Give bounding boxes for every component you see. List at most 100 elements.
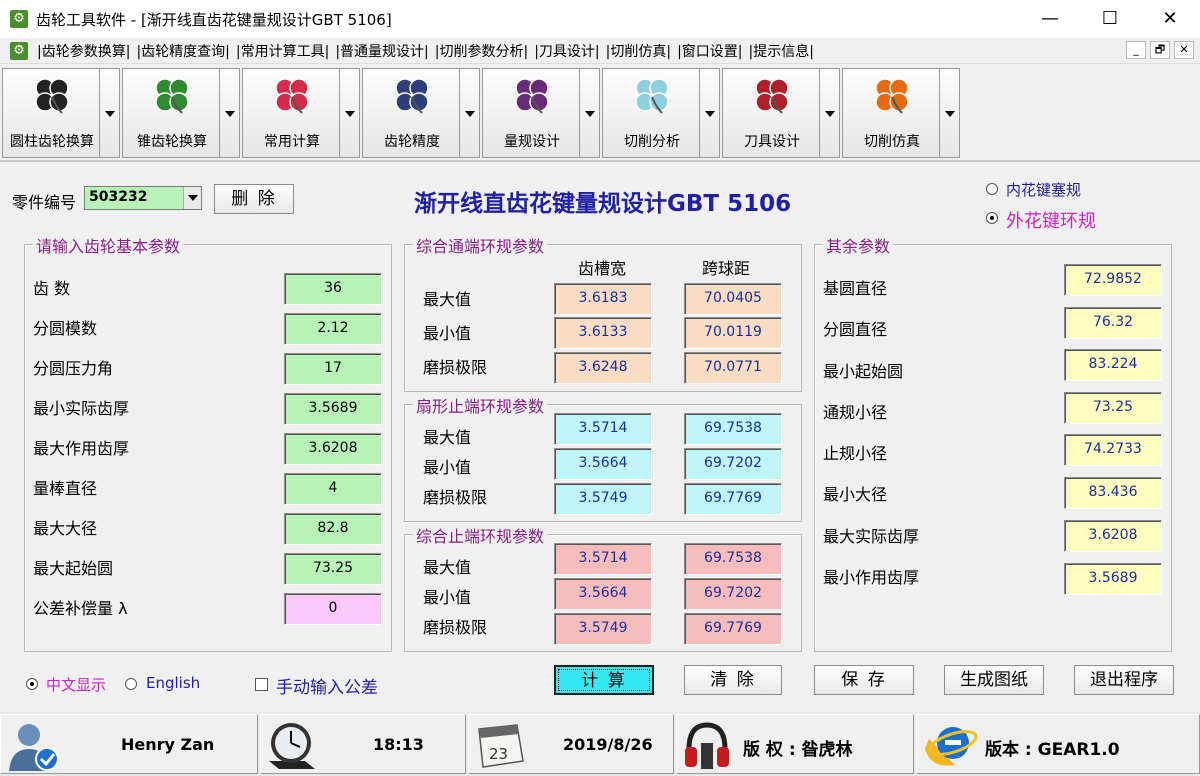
tool-dropdown-arrow[interactable] bbox=[940, 68, 960, 158]
max-major-diameter-input[interactable]: 82.8 bbox=[284, 513, 382, 545]
tool-common-calc-button[interactable]: 常用计算 bbox=[242, 68, 340, 158]
tolerance-compensation-input[interactable]: 0 bbox=[284, 593, 382, 625]
sector-min-label: 最小值 bbox=[423, 458, 472, 477]
gear-menu-icon[interactable]: ⚙ bbox=[10, 41, 28, 60]
tool-dropdown-arrow[interactable] bbox=[100, 68, 120, 158]
menu-gear-params[interactable]: |齿轮参数换算| bbox=[34, 41, 133, 61]
delete-part-button[interactable]: 删 除 bbox=[214, 184, 294, 214]
tool-tool-design-button[interactable]: 刀具设计 bbox=[722, 68, 820, 158]
clover-navy-icon bbox=[395, 78, 429, 114]
go-minor-diameter-value: 73.25 bbox=[1064, 392, 1162, 424]
tool-gauge-design-button[interactable]: 量规设计 bbox=[482, 68, 580, 158]
comp-nogo-min-ball: 69.7202 bbox=[684, 578, 782, 610]
tool-dropdown-arrow[interactable] bbox=[580, 68, 600, 158]
tool-gear-precision-button[interactable]: 齿轮精度 bbox=[362, 68, 460, 158]
tool-dropdown-arrow[interactable] bbox=[220, 68, 240, 158]
min-actual-thickness-label: 最小实际齿厚 bbox=[33, 399, 130, 418]
external-ring-gauge-label[interactable]: 外花键环规 bbox=[1006, 207, 1096, 233]
menu-common-tools[interactable]: |常用计算工具| bbox=[233, 41, 332, 61]
exit-button[interactable]: 退出程序 bbox=[1074, 665, 1174, 695]
internal-plug-gauge-radio[interactable] bbox=[986, 183, 998, 195]
generate-drawing-button[interactable]: 生成图纸 bbox=[944, 665, 1044, 695]
pitch-diameter-value: 76.32 bbox=[1064, 307, 1162, 339]
tool-dropdown-arrow[interactable] bbox=[460, 68, 480, 158]
clear-button[interactable]: 清 除 bbox=[684, 665, 782, 695]
mdi-close-button[interactable]: ✕ bbox=[1174, 41, 1194, 59]
menu-gear-precision[interactable]: |齿轮精度查询| bbox=[133, 41, 232, 61]
calendar-day-text: 23 bbox=[489, 745, 508, 763]
tool-gear-precision: 齿轮精度 bbox=[360, 68, 480, 158]
tool-bevel-gear-button[interactable]: 锥齿轮换算 bbox=[122, 68, 220, 158]
clover-lightblue-icon bbox=[635, 78, 669, 114]
status-bar: Henry Zan 18:13 23 2019/8/26 版 权 : 昝虎林 版… bbox=[0, 712, 1200, 776]
max-start-circle-label: 最大起始圆 bbox=[33, 559, 114, 578]
part-number-value: 503232 bbox=[89, 189, 148, 205]
external-ring-gauge-radio[interactable] bbox=[986, 212, 998, 224]
manual-tolerance-checkbox[interactable] bbox=[255, 678, 268, 691]
english-label[interactable]: English bbox=[146, 674, 200, 692]
tool-dropdown-arrow[interactable] bbox=[700, 68, 720, 158]
internal-plug-gauge-label[interactable]: 内花键塞规 bbox=[1006, 179, 1081, 200]
tool-label: 刀具设计 bbox=[744, 134, 800, 150]
teeth-count-label: 齿 数 bbox=[33, 279, 71, 298]
comp-go-max-label: 最大值 bbox=[423, 290, 472, 309]
module-input[interactable]: 2.12 bbox=[284, 313, 382, 345]
comp-go-min-label: 最小值 bbox=[423, 324, 472, 343]
mdi-minimize-button[interactable]: _ bbox=[1126, 41, 1146, 59]
user-avatar-icon bbox=[9, 724, 59, 771]
chinese-display-radio[interactable] bbox=[26, 678, 38, 690]
clover-orange-icon bbox=[875, 78, 909, 114]
minimize-button[interactable]: — bbox=[1020, 0, 1080, 38]
tool-common-calc: 常用计算 bbox=[240, 68, 360, 158]
tool-cutting-analysis-button[interactable]: 切削分析 bbox=[602, 68, 700, 158]
clover-red-icon bbox=[275, 78, 309, 114]
min-actual-thickness-input[interactable]: 3.5689 bbox=[284, 393, 382, 425]
pin-diameter-input[interactable]: 4 bbox=[284, 473, 382, 505]
tool-label: 常用计算 bbox=[264, 134, 320, 150]
save-button[interactable]: 保 存 bbox=[814, 665, 914, 695]
english-radio[interactable] bbox=[125, 678, 137, 690]
calculate-button[interactable]: 计 算 bbox=[554, 665, 654, 695]
menu-tips[interactable]: |提示信息| bbox=[746, 41, 817, 61]
menu-tool-design[interactable]: |刀具设计| bbox=[531, 41, 602, 61]
status-username: Henry Zan bbox=[121, 735, 215, 754]
sector-max-label: 最大值 bbox=[423, 428, 472, 447]
tool-cylindrical-gear-button[interactable]: 圆柱齿轮换算 bbox=[2, 68, 100, 158]
tool-dropdown-arrow[interactable] bbox=[340, 68, 360, 158]
menu-cutting-analysis[interactable]: |切削参数分析| bbox=[432, 41, 531, 61]
tool-cylindrical-gear: 圆柱齿轮换算 bbox=[0, 68, 120, 158]
tolerance-compensation-label: 公差补偿量 λ bbox=[33, 599, 128, 618]
pressure-angle-input[interactable]: 17 bbox=[284, 353, 382, 385]
maximize-button[interactable]: ☐ bbox=[1080, 0, 1140, 38]
go-minor-diameter-label: 通规小径 bbox=[823, 403, 888, 422]
calendar-icon: 23 bbox=[478, 724, 524, 768]
menu-cutting-sim[interactable]: |切削仿真| bbox=[603, 41, 674, 61]
tool-label: 切削仿真 bbox=[864, 134, 920, 150]
mdi-restore-button[interactable]: 🗗 bbox=[1150, 41, 1170, 59]
nogo-minor-diameter-label: 止规小径 bbox=[823, 444, 888, 463]
part-number-combo[interactable]: 503232 bbox=[84, 186, 202, 210]
gear-app-icon: ⚙ bbox=[10, 10, 28, 28]
tool-cutting-sim-button[interactable]: 切削仿真 bbox=[842, 68, 940, 158]
menu-gauge-design[interactable]: |普通量规设计| bbox=[332, 41, 431, 61]
tool-bevel-gear: 锥齿轮换算 bbox=[120, 68, 240, 158]
max-effective-thickness-input[interactable]: 3.6208 bbox=[284, 433, 382, 465]
max-start-circle-input[interactable]: 73.25 bbox=[284, 553, 382, 585]
menu-window-settings[interactable]: |窗口设置| bbox=[674, 41, 745, 61]
min-start-circle-value: 83.224 bbox=[1064, 349, 1162, 381]
manual-tolerance-label[interactable]: 手动输入公差 bbox=[276, 673, 378, 698]
comp-nogo-wear-ball: 69.7769 bbox=[684, 613, 782, 645]
comp-nogo-wear-space: 3.5749 bbox=[554, 613, 652, 645]
close-button[interactable]: ✕ bbox=[1140, 0, 1200, 38]
chinese-display-label[interactable]: 中文显示 bbox=[46, 674, 106, 695]
base-diameter-label: 基圆直径 bbox=[823, 279, 888, 298]
basic-params-title: 请输入齿轮基本参数 bbox=[33, 233, 184, 257]
comp-go-wear-space: 3.6248 bbox=[554, 352, 652, 384]
status-copyright: 版 权 : 昝虎林 bbox=[743, 740, 853, 760]
comp-go-wear-label: 磨损极限 bbox=[423, 358, 488, 377]
min-start-circle-label: 最小起始圆 bbox=[823, 362, 904, 381]
sector-max-space: 3.5714 bbox=[554, 413, 652, 445]
teeth-count-input[interactable]: 36 bbox=[284, 273, 382, 305]
tool-dropdown-arrow[interactable] bbox=[820, 68, 840, 158]
chevron-down-icon[interactable] bbox=[183, 187, 201, 209]
